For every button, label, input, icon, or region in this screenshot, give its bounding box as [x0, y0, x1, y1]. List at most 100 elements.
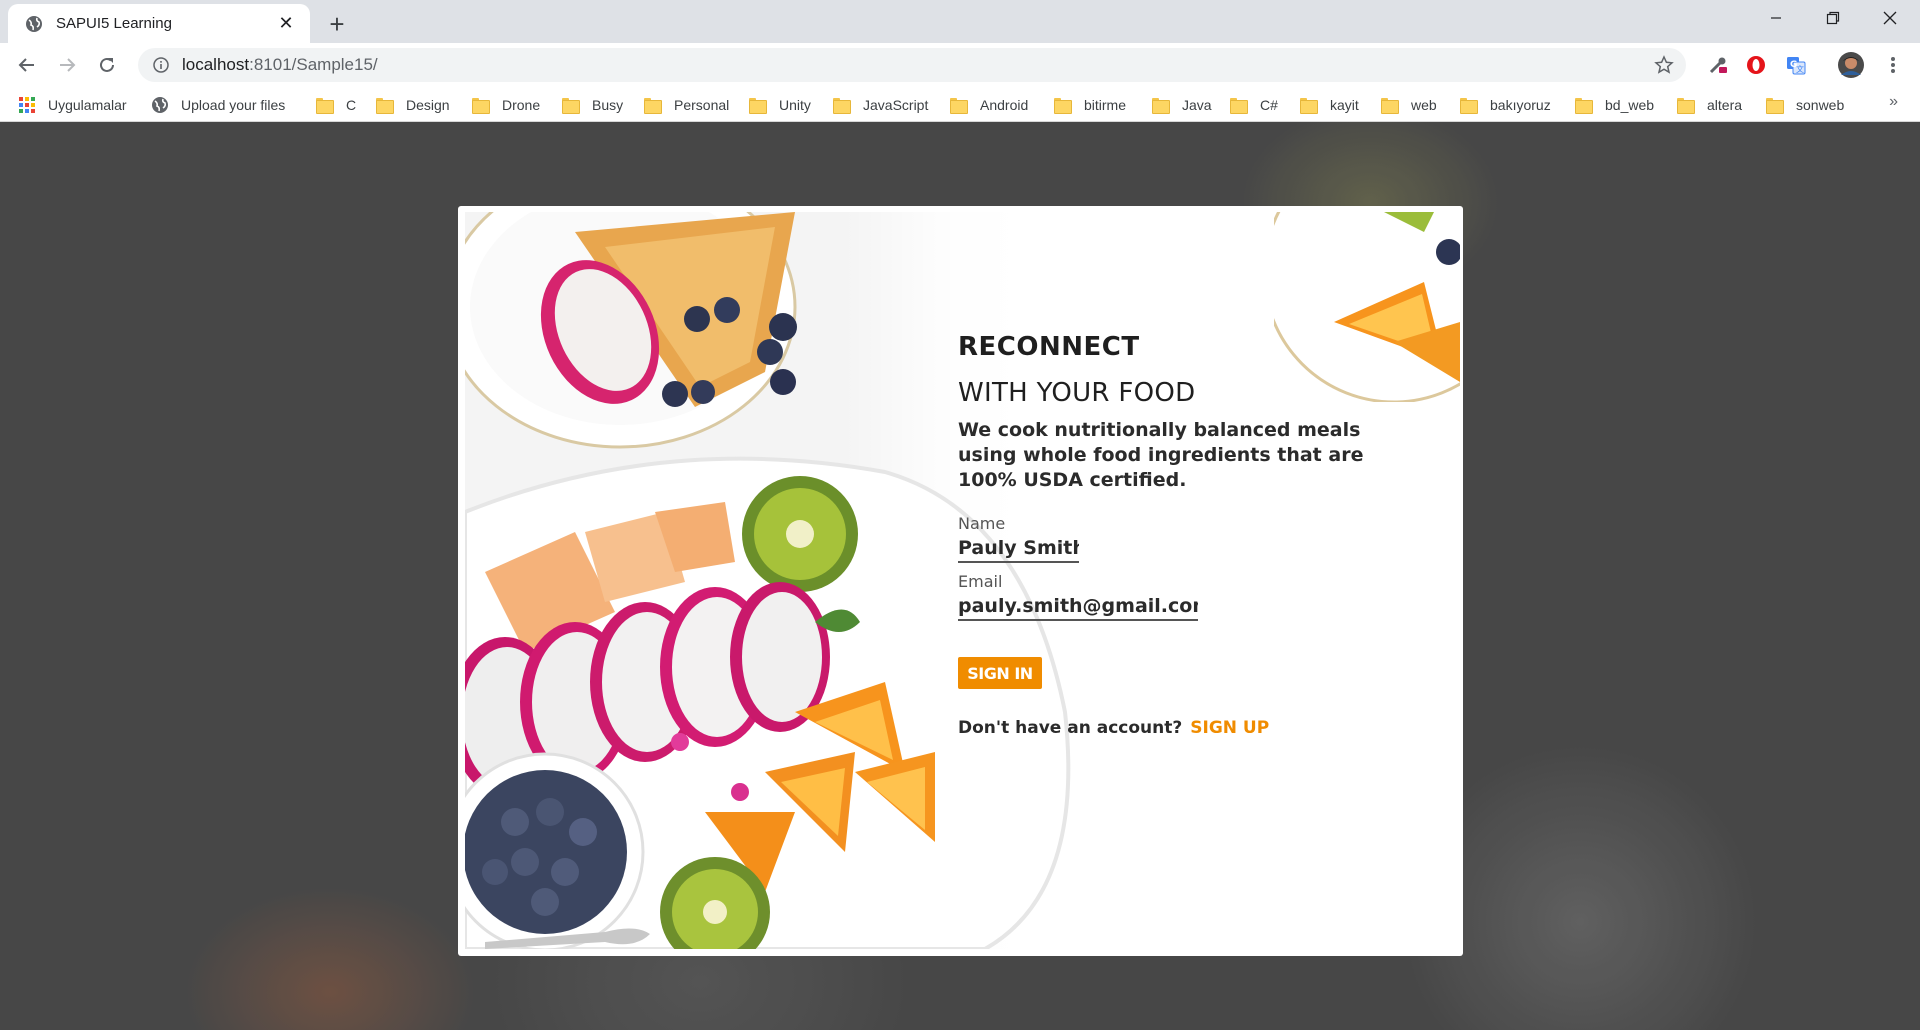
eyedropper-extension-icon[interactable]: [1703, 50, 1733, 80]
bookmark-label: Unity: [779, 97, 811, 113]
folder-icon: [1300, 98, 1318, 114]
bookmark-apps[interactable]: Uygulamalar: [18, 93, 127, 117]
tagline: We cook nutritionally balanced meals usi…: [958, 419, 1364, 491]
bookmark-folder-javascript[interactable]: JavaScript: [833, 93, 928, 117]
forward-button[interactable]: [51, 49, 83, 81]
url-path: :8101/Sample15/: [249, 55, 378, 74]
folder-icon: [833, 98, 851, 114]
globe-icon: [24, 14, 44, 34]
apps-grid-icon: [19, 97, 35, 113]
sign-up-link[interactable]: SIGN UP: [1190, 718, 1269, 738]
signup-prompt-text: Don't have an account?: [958, 718, 1183, 738]
name-input[interactable]: [958, 537, 1079, 563]
bookmark-label: Upload your files: [181, 97, 286, 113]
bookmark-label: Java: [1182, 97, 1212, 113]
site-info-icon[interactable]: [152, 56, 170, 74]
folder-icon: [644, 98, 662, 114]
folder-icon: [1054, 98, 1072, 114]
globe-icon: [152, 97, 168, 113]
bookmark-upload-files[interactable]: Upload your files: [151, 93, 285, 117]
forward-arrow-icon: [60, 58, 76, 72]
close-window-button[interactable]: [1862, 0, 1918, 36]
bookmark-label: altera: [1707, 97, 1743, 113]
tab-title: SAPUI5 Learning: [56, 15, 172, 32]
folder-icon: [1152, 98, 1170, 114]
folder-icon: [472, 98, 490, 114]
bookmark-label: C#: [1260, 97, 1278, 113]
bookmark-label: bitirme: [1084, 97, 1127, 113]
url-host: localhost: [182, 55, 250, 74]
bookmark-star-icon[interactable]: [1652, 53, 1676, 77]
bookmark-folder-busy[interactable]: Busy: [562, 93, 623, 117]
bookmark-folder-bitirme[interactable]: bitirme: [1054, 93, 1126, 117]
address-bar[interactable]: localhost:8101/Sample15/: [138, 48, 1686, 82]
opera-extension-icon[interactable]: [1741, 50, 1771, 80]
bookmark-folder-design[interactable]: Design: [376, 93, 450, 117]
bookmark-folder-android[interactable]: Android: [950, 93, 1028, 117]
new-tab-button[interactable]: +: [322, 9, 352, 39]
bookmark-label: Uygulamalar: [48, 97, 127, 113]
bookmark-label: Android: [980, 97, 1029, 113]
browser-tab[interactable]: SAPUI5 Learning ✕: [8, 4, 310, 43]
bookmark-label: Busy: [592, 97, 624, 113]
headline-secondary: WITH YOUR FOOD: [958, 378, 1196, 408]
bookmarks-bar: Uygulamalar Upload your files C Design D…: [0, 87, 1920, 122]
folder-icon: [316, 98, 334, 114]
sign-in-button[interactable]: SIGN IN: [958, 657, 1042, 689]
profile-avatar[interactable]: [1836, 50, 1866, 80]
folder-icon: [749, 98, 767, 114]
reload-button[interactable]: [91, 49, 123, 81]
email-input[interactable]: [958, 595, 1198, 621]
signup-prompt-row: Don't have an account? SIGN UP: [958, 718, 1269, 738]
bookmark-folder-kayit[interactable]: kayit: [1300, 93, 1359, 117]
login-form: RECONNECT WITH YOUR FOOD We cook nutriti…: [958, 206, 1428, 946]
email-label: Email: [958, 572, 1003, 591]
bookmark-folder-unity[interactable]: Unity: [749, 93, 811, 117]
name-label: Name: [958, 514, 1006, 533]
bookmark-label: Drone: [502, 97, 541, 113]
google-translate-icon[interactable]: G文: [1781, 50, 1811, 80]
headline-primary: RECONNECT: [958, 332, 1140, 362]
bookmark-label: Design: [406, 97, 450, 113]
bookmark-label: C: [346, 97, 357, 113]
bookmark-label: JavaScript: [863, 97, 929, 113]
restore-window-button[interactable]: [1805, 0, 1861, 36]
folder-icon: [1460, 98, 1478, 114]
bookmark-folder-bakiyoruz[interactable]: bakıyoruz: [1460, 93, 1551, 117]
bookmark-folder-drone[interactable]: Drone: [472, 93, 540, 117]
folder-icon: [950, 98, 968, 114]
bookmark-label: Personal: [674, 97, 730, 113]
tab-strip: SAPUI5 Learning ✕ +: [0, 0, 1920, 43]
folder-icon: [1766, 98, 1784, 114]
bookmark-label: web: [1411, 97, 1437, 113]
back-arrow-icon: [18, 58, 34, 72]
bookmark-folder-c[interactable]: C: [316, 93, 356, 117]
svg-text:文: 文: [1796, 64, 1804, 74]
folder-icon: [376, 98, 394, 114]
bookmark-label: kayit: [1330, 97, 1359, 113]
minimize-window-button[interactable]: [1748, 0, 1804, 36]
bookmark-folder-personal[interactable]: Personal: [644, 93, 729, 117]
folder-icon: [562, 98, 580, 114]
folder-icon: [1230, 98, 1248, 114]
bookmark-folder-sonweb[interactable]: sonweb: [1766, 93, 1844, 117]
bookmark-folder-csharp[interactable]: C#: [1230, 93, 1278, 117]
more-bookmarks-chevron-icon[interactable]: »: [1889, 93, 1898, 111]
bookmark-folder-bd-web[interactable]: bd_web: [1575, 93, 1654, 117]
close-tab-icon[interactable]: ✕: [274, 12, 298, 36]
bookmark-folder-java[interactable]: Java: [1152, 93, 1212, 117]
bookmark-folder-altera[interactable]: altera: [1677, 93, 1742, 117]
bookmark-label: bakıyoruz: [1490, 97, 1551, 113]
folder-icon: [1575, 98, 1593, 114]
bookmark-folder-web[interactable]: web: [1381, 93, 1437, 117]
bookmark-label: bd_web: [1605, 97, 1655, 113]
folder-icon: [1677, 98, 1695, 114]
bookmark-label: sonweb: [1796, 97, 1845, 113]
reload-icon: [100, 57, 114, 72]
login-dialog: RECONNECT WITH YOUR FOOD We cook nutriti…: [458, 206, 1463, 956]
page-backdrop: RECONNECT WITH YOUR FOOD We cook nutriti…: [0, 122, 1920, 1030]
browser-menu-icon[interactable]: [1878, 50, 1908, 80]
back-button[interactable]: [11, 49, 43, 81]
url-text[interactable]: localhost:8101/Sample15/: [182, 55, 378, 75]
browser-toolbar: localhost:8101/Sample15/ G文: [0, 43, 1920, 87]
